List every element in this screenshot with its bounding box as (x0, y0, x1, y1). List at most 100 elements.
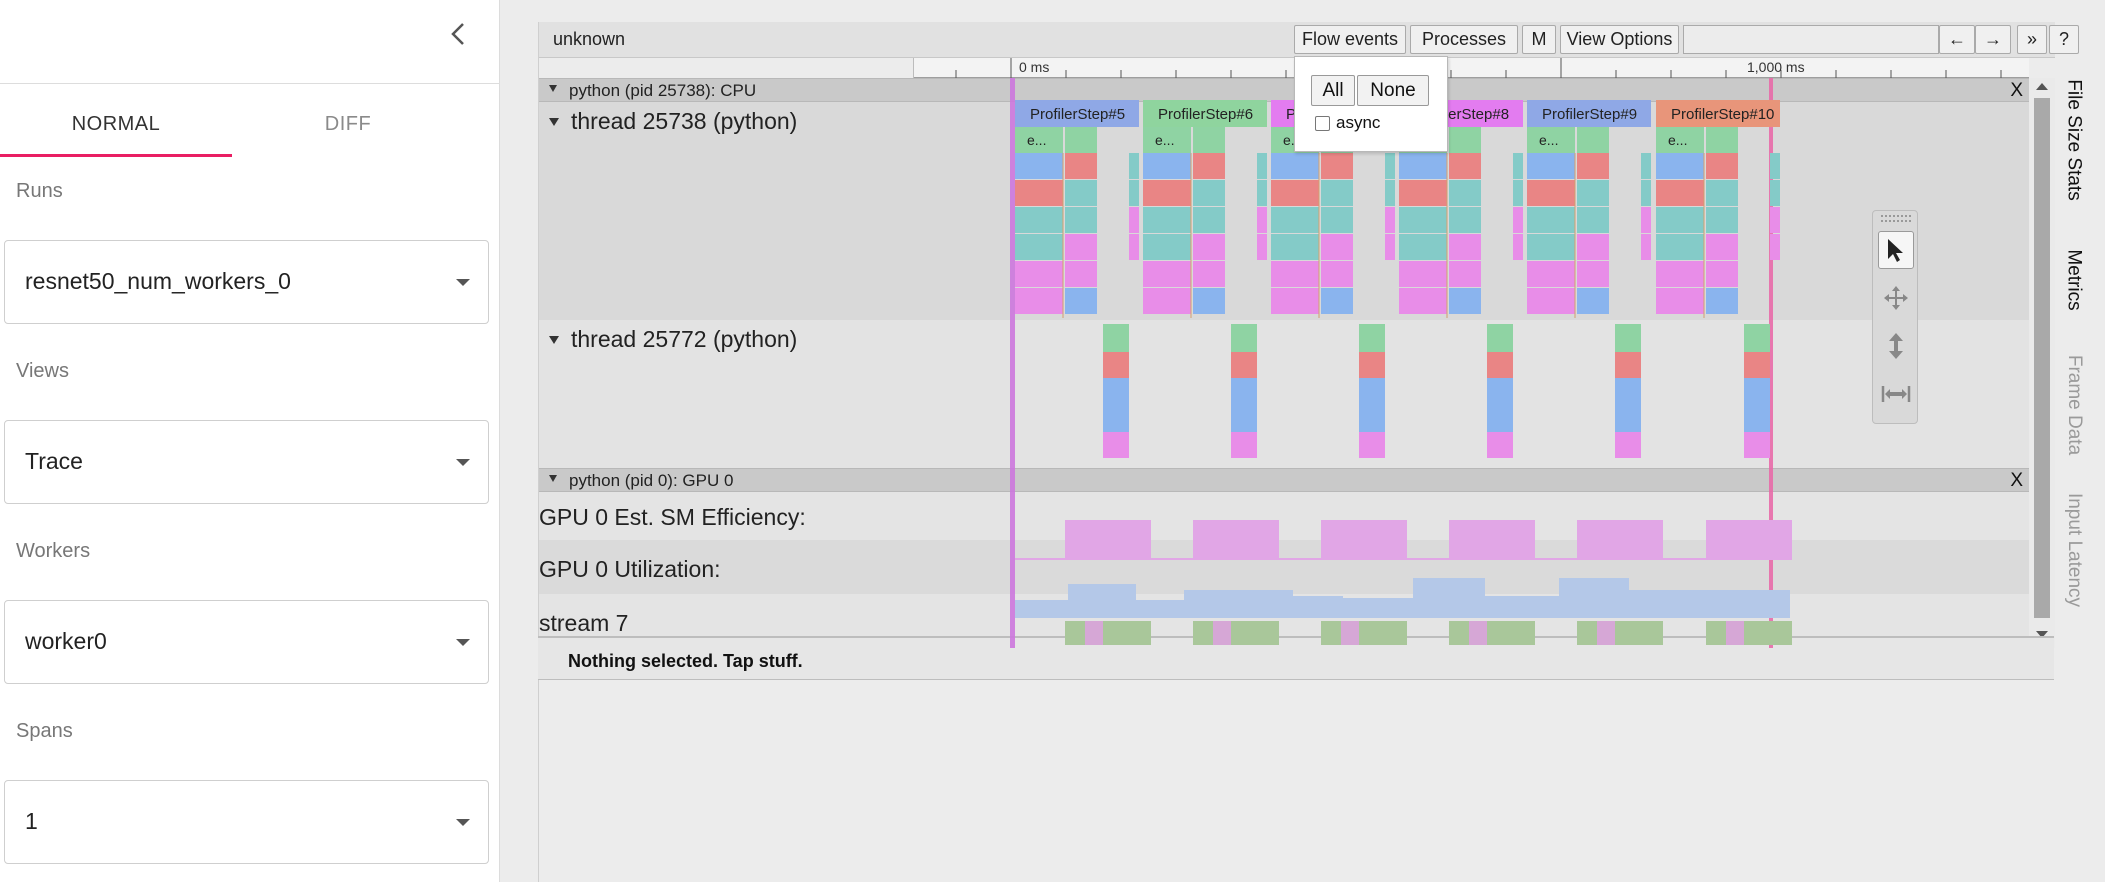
thread2-event (1487, 378, 1513, 432)
ruler-ticks (955, 58, 2002, 78)
collapse-triangle-icon[interactable] (549, 475, 557, 482)
trace-event (1577, 207, 1609, 233)
workers-select[interactable]: worker0 (4, 600, 489, 684)
nav-left-button[interactable]: ← (1939, 25, 1975, 54)
timing-mode-button[interactable] (1878, 375, 1914, 413)
stream-kernel (1065, 621, 1151, 645)
utilization-step (1485, 596, 1559, 618)
spans-select[interactable]: 1 (4, 780, 489, 864)
trace-title: unknown (553, 29, 626, 49)
thread-name: thread 25772 (python) (571, 326, 798, 352)
vertical-scrollbar[interactable] (2029, 78, 2055, 648)
thread2-event (1487, 324, 1513, 352)
trace-event (1641, 180, 1651, 206)
thread2-event (1744, 378, 1770, 432)
tab-input-latency[interactable]: Input Latency (2054, 480, 2094, 620)
trace-event (1065, 180, 1097, 206)
trace-event (1129, 207, 1139, 233)
trace-event (1399, 261, 1447, 287)
flow-all-button[interactable]: All (1311, 75, 1355, 106)
view-options-button[interactable]: View Options (1560, 25, 1679, 54)
thread2-event (1359, 432, 1385, 458)
trace-event (1656, 288, 1704, 314)
thread2-event (1103, 432, 1129, 458)
trace-event (1577, 234, 1609, 260)
async-checkbox[interactable] (1315, 115, 1330, 131)
trace-event (1399, 180, 1447, 206)
trace-event (1399, 207, 1447, 233)
collapse-triangle-icon[interactable] (549, 85, 557, 92)
counter-label: GPU 0 Est. SM Efficiency: (539, 504, 806, 530)
timing-range-icon (1881, 386, 1911, 402)
thread2-event (1103, 352, 1129, 378)
trace-event (1015, 180, 1063, 206)
help-button[interactable]: ? (2049, 25, 2079, 54)
time-ruler: 0 ms s 1,000 ms (914, 58, 2029, 78)
selection-mode-button[interactable] (1878, 231, 1914, 269)
flow-none-button[interactable]: None (1357, 75, 1429, 106)
runs-select[interactable]: resnet50_num_workers_0 (4, 240, 489, 324)
toolbar-search-area[interactable] (1683, 25, 1939, 54)
trace-event (1015, 153, 1063, 179)
sm-efficiency-bar (1321, 520, 1407, 560)
processes-button[interactable]: Processes (1410, 25, 1518, 54)
trace-event (1129, 180, 1139, 206)
trace-event (1143, 288, 1191, 314)
utilization-step (1136, 600, 1184, 618)
pan-mode-button[interactable] (1878, 279, 1914, 317)
event-short-label: e... (1668, 132, 1687, 148)
zoom-mode-button[interactable] (1878, 327, 1914, 365)
thread2-event (1615, 432, 1641, 458)
tab-frame-data[interactable]: Frame Data (2054, 340, 2094, 470)
thread2-event (1615, 352, 1641, 378)
tab-file-size-stats[interactable]: File Size Stats (2054, 60, 2094, 220)
thread2-event (1615, 378, 1641, 432)
trace-toolbar: unknown Flow events Processes M View Opt… (539, 22, 2079, 58)
trace-event (1577, 288, 1609, 314)
tab-metrics[interactable]: Metrics (2054, 230, 2094, 330)
trace-event (1271, 288, 1319, 314)
trace-event (1257, 207, 1267, 233)
cursor-arrow-icon (1888, 239, 1903, 262)
trace-event (1577, 180, 1609, 206)
more-button[interactable]: » (2017, 25, 2047, 54)
dropdown-arrow-icon (456, 639, 470, 646)
zoom-vertical-icon (1889, 333, 1903, 359)
ruler-tick-end: 1,000 ms (1747, 59, 1805, 75)
flow-events-button[interactable]: Flow events (1294, 25, 1406, 54)
trace-event (1641, 153, 1651, 179)
workers-select-value: worker0 (25, 628, 107, 654)
event-short-label: e... (1155, 132, 1174, 148)
trace-event (1641, 234, 1651, 260)
utilization-step (1343, 598, 1413, 618)
trace-event (1513, 234, 1523, 260)
scroll-up-icon[interactable] (2036, 83, 2048, 90)
nav-right-button[interactable]: → (1975, 25, 2011, 54)
drag-handle[interactable] (1881, 215, 1911, 222)
trace-events-canvas[interactable]: ProfilerStep#5e...ProfilerStep#6e...Prof… (914, 78, 2029, 648)
thread-label[interactable]: thread 25772 (python) (549, 326, 797, 353)
profiler-step-label: ProfilerStep#5 (1030, 106, 1125, 123)
collapse-triangle-icon[interactable] (549, 335, 559, 344)
thread-label[interactable]: thread 25738 (python) (549, 108, 797, 135)
trace-event (1656, 180, 1704, 206)
trace-event (1770, 153, 1780, 179)
profiler-step-group: ProfilerStep#8e... (1399, 100, 1535, 645)
collapse-triangle-icon[interactable] (549, 117, 559, 126)
trace-event (1513, 153, 1523, 179)
sm-efficiency-baseline (1015, 558, 1790, 560)
tab-diff[interactable]: DIFF (232, 92, 464, 156)
sm-efficiency-bar (1065, 520, 1151, 560)
metadata-button[interactable]: M (1522, 25, 1556, 54)
chevron-left-icon (451, 23, 464, 45)
tab-normal[interactable]: NORMAL (0, 92, 232, 156)
collapse-sidebar-button[interactable] (440, 14, 476, 54)
profiler-step-group: ProfilerStep#5 e... (1015, 100, 1151, 645)
thread2-event (1487, 352, 1513, 378)
views-select[interactable]: Trace (4, 420, 489, 504)
trace-event (1527, 180, 1575, 206)
trace-event (1193, 288, 1225, 314)
views-select-value: Trace (25, 448, 83, 474)
scrollbar-thumb[interactable] (2034, 98, 2050, 618)
trace-event (1706, 207, 1738, 233)
